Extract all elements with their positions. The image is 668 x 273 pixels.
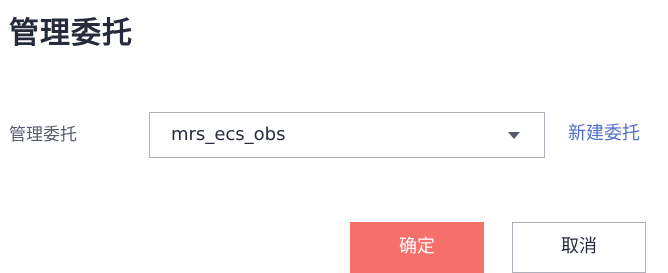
caret-down-icon xyxy=(508,132,520,139)
agency-select[interactable]: mrs_ecs_obs xyxy=(149,112,545,158)
create-agency-link[interactable]: 新建委托 xyxy=(568,122,640,146)
cancel-button[interactable]: 取消 xyxy=(512,222,646,273)
dialog-title: 管理委托 xyxy=(9,16,133,51)
agency-field-label: 管理委托 xyxy=(9,125,77,145)
agency-select-value: mrs_ecs_obs xyxy=(171,124,286,145)
manage-agency-dialog: 管理委托 管理委托 mrs_ecs_obs 新建委托 确定 取消 xyxy=(0,0,668,273)
confirm-button[interactable]: 确定 xyxy=(350,222,484,273)
